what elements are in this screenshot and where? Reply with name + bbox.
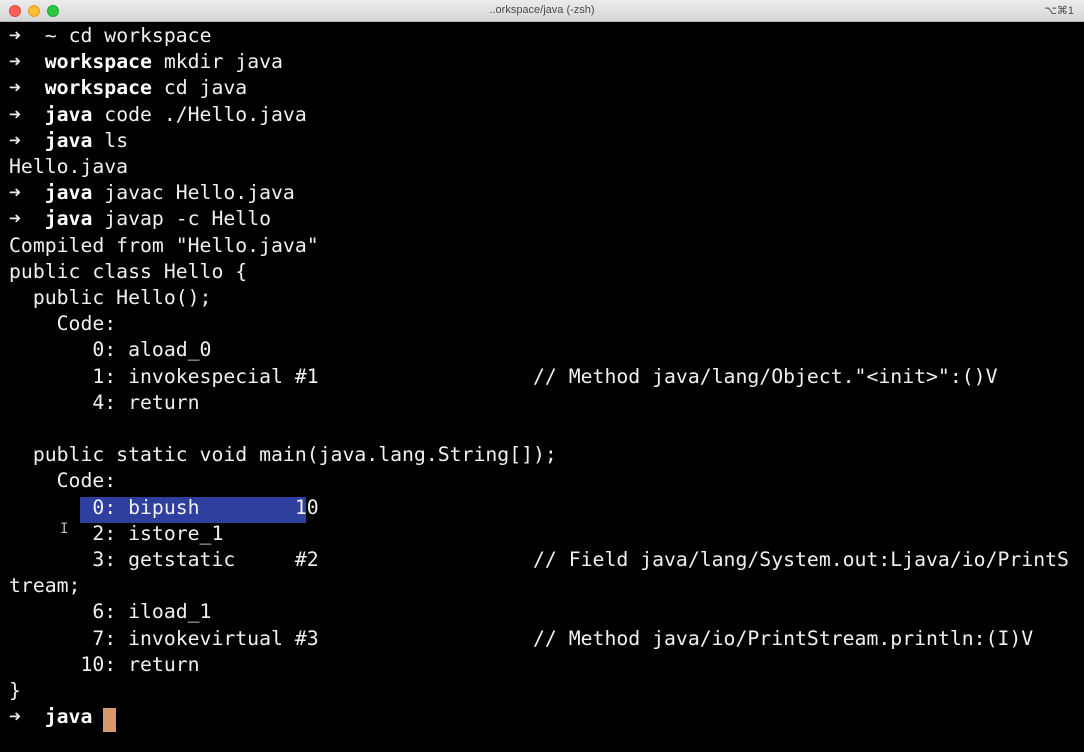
i-beam-icon: I xyxy=(60,521,69,537)
terminal-line: 0: bipush 10 xyxy=(9,495,319,519)
prompt-arrow-icon: ➜ xyxy=(9,181,45,205)
terminal-line: 4: return xyxy=(9,390,200,414)
terminal-cursor xyxy=(103,708,116,732)
prompt-arrow-icon: ➜ xyxy=(9,24,45,47)
terminal-line: tream; xyxy=(9,574,81,598)
terminal-line: public Hello(); xyxy=(9,286,212,309)
prompt-arrow-icon: ➜ xyxy=(9,705,45,729)
terminal-output[interactable]: ➜ ~ cd workspace ➜ workspace mkdir java ➜ … xyxy=(0,22,1084,752)
prompt-directory: workspace xyxy=(44,76,152,100)
terminal-line: 1: invokespecial #1 // Method java/lang/… xyxy=(9,364,998,388)
prompt-directory: java xyxy=(44,102,93,126)
terminal-line: 7: invokevirtual #3 // Method java/io/Pr… xyxy=(9,626,1034,650)
terminal-line: ➜ ~ cd workspace xyxy=(9,23,211,49)
terminal-line: ➜ workspace cd java xyxy=(9,75,247,101)
window-title: ..orkspace/java (-zsh) xyxy=(489,4,595,16)
terminal-line: } xyxy=(9,679,21,702)
prompt-directory: java xyxy=(44,128,93,152)
prompt-arrow-icon: ➜ xyxy=(9,102,45,126)
command-text: ls xyxy=(92,128,129,152)
terminal-window: ..orkspace/java (-zsh) ⌥⌘1 ➜ ~ cd worksp… xyxy=(0,0,1084,752)
title-bar[interactable]: ..orkspace/java (-zsh) ⌥⌘1 xyxy=(0,0,1084,22)
command-text: javap -c Hello xyxy=(92,207,272,231)
terminal-line: ➜ java xyxy=(9,704,104,730)
terminal-line: ➜ java javac Hello.java xyxy=(9,180,295,206)
terminal-line: Code: xyxy=(9,312,117,336)
terminal-line: 6: iload_1 xyxy=(9,600,212,624)
prompt-directory: java xyxy=(44,207,93,231)
command-text: code ./Hello.java xyxy=(92,102,307,126)
terminal-line: 3: getstatic #2 // Field java/lang/Syste… xyxy=(9,548,1069,571)
terminal-line: Code: xyxy=(9,469,117,493)
terminal-line: Compiled from "Hello.java" xyxy=(9,233,319,257)
command-text: mkdir java xyxy=(151,50,283,74)
prompt-directory: java xyxy=(44,181,93,205)
terminal-line: public class Hello { xyxy=(9,259,248,283)
prompt-arrow-icon: ➜ xyxy=(9,207,45,231)
terminal-line: ➜ workspace mkdir java xyxy=(9,49,283,75)
prompt-arrow-icon: ➜ xyxy=(9,50,45,74)
terminal-line: ➜ java code ./Hello.java xyxy=(9,102,307,128)
command-text: javac Hello.java xyxy=(92,181,295,205)
prompt-directory: ~ xyxy=(44,24,57,47)
terminal-line: 10: return xyxy=(9,652,200,676)
terminal-line: 2: istore_1 xyxy=(9,521,224,545)
prompt-arrow-icon: ➜ xyxy=(9,128,45,152)
prompt-directory: workspace xyxy=(44,50,152,74)
terminal-line: ➜ java ls xyxy=(9,128,128,154)
prompt-arrow-icon: ➜ xyxy=(9,76,45,100)
terminal-line: Hello.java xyxy=(9,155,129,178)
terminal-line: ➜ java javap -c Hello xyxy=(9,206,271,232)
terminal-line: public static void main(java.lang.String… xyxy=(9,443,557,467)
command-text: cd java xyxy=(151,76,248,100)
terminal-line: 0: aload_0 xyxy=(9,338,212,362)
terminal-scrollbar[interactable] xyxy=(1074,44,1084,752)
window-shortcut: ⌥⌘1 xyxy=(1044,5,1074,17)
command-text: cd workspace xyxy=(56,24,212,47)
prompt-directory: java xyxy=(44,705,93,729)
